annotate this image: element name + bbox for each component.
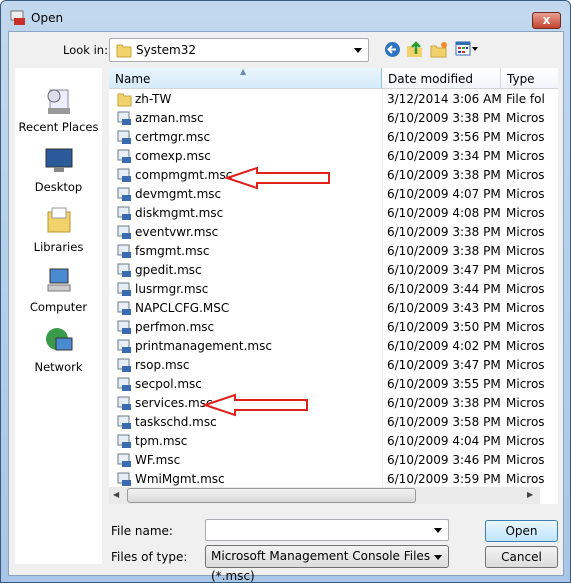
mmc-app-icon (10, 10, 25, 25)
files-of-type-value: Microsoft Management Console Files (*.ms… (211, 549, 431, 583)
chevron-down-icon[interactable] (434, 528, 442, 533)
files-of-type-select[interactable]: Microsoft Management Console Files (*.ms… (205, 545, 449, 583)
open-button[interactable]: Open (485, 520, 558, 542)
open-dialog: Open x Look in: System32 Recent Places De… (0, 0, 571, 583)
chevron-down-icon (434, 554, 442, 560)
cancel-button[interactable]: Cancel (485, 546, 558, 568)
dialog-body: Look in: System32 Recent Places Desktop Li… (8, 31, 564, 583)
files-of-type-label: Files of type: (111, 550, 188, 564)
window-title: Open (31, 11, 64, 25)
close-button[interactable]: x (532, 12, 561, 29)
file-name-label: File name: (111, 524, 173, 538)
red-arrow-compmgmt (223, 166, 330, 190)
file-name-input[interactable] (205, 519, 449, 541)
annotation-arrows (201, 166, 330, 417)
red-arrow-services (201, 393, 308, 417)
